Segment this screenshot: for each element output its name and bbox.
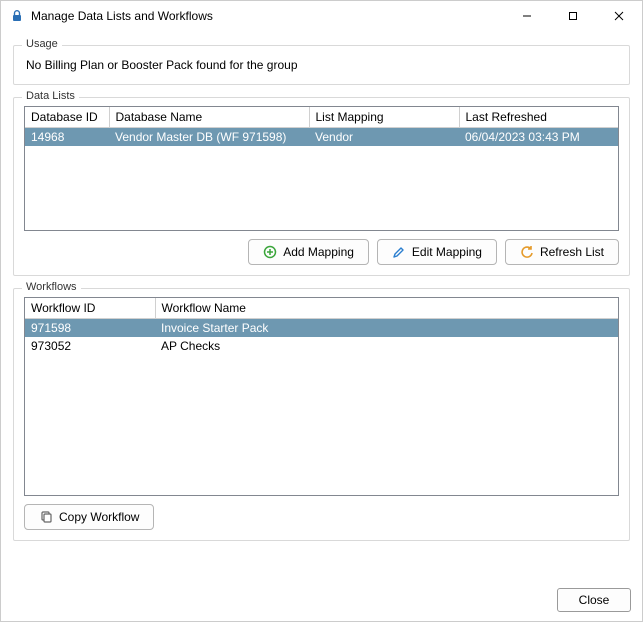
col-list-mapping[interactable]: List Mapping	[309, 107, 459, 128]
maximize-button[interactable]	[550, 1, 596, 31]
cell-database-id: 14968	[25, 128, 109, 147]
copy-workflow-label: Copy Workflow	[59, 510, 139, 524]
workflows-header-row[interactable]: Workflow ID Workflow Name	[25, 298, 618, 319]
add-mapping-label: Add Mapping	[283, 245, 354, 259]
copy-icon	[39, 510, 53, 524]
workflows-table[interactable]: Workflow ID Workflow Name 971598 Invoice…	[24, 297, 619, 496]
lock-icon	[9, 8, 25, 24]
window-title: Manage Data Lists and Workflows	[31, 9, 213, 23]
close-window-button[interactable]	[596, 1, 642, 31]
refresh-list-label: Refresh List	[540, 245, 604, 259]
minimize-button[interactable]	[504, 1, 550, 31]
col-last-refreshed[interactable]: Last Refreshed	[459, 107, 618, 128]
close-button-label: Close	[579, 593, 610, 607]
cell-workflow-id: 973052	[25, 337, 155, 355]
col-database-id[interactable]: Database ID	[25, 107, 109, 128]
cell-workflow-name: AP Checks	[155, 337, 618, 355]
data-lists-table[interactable]: Database ID Database Name List Mapping L…	[24, 106, 619, 231]
table-row[interactable]: 973052 AP Checks	[25, 337, 618, 355]
table-row[interactable]: 14968 Vendor Master DB (WF 971598) Vendo…	[25, 128, 618, 147]
edit-mapping-button[interactable]: Edit Mapping	[377, 239, 497, 265]
copy-workflow-button[interactable]: Copy Workflow	[24, 504, 154, 530]
client-area: Usage No Billing Plan or Booster Pack fo…	[1, 31, 642, 553]
cell-database-name: Vendor Master DB (WF 971598)	[109, 128, 309, 147]
cell-workflow-id: 971598	[25, 319, 155, 338]
data-lists-group: Data Lists Database ID Database Name Lis…	[13, 97, 630, 276]
edit-mapping-label: Edit Mapping	[412, 245, 482, 259]
workflows-legend: Workflows	[22, 281, 81, 293]
table-row[interactable]: 971598 Invoice Starter Pack	[25, 319, 618, 338]
cell-last-refreshed: 06/04/2023 03:43 PM	[459, 128, 618, 147]
cell-workflow-name: Invoice Starter Pack	[155, 319, 618, 338]
plus-circle-icon	[263, 245, 277, 259]
cell-list-mapping: Vendor	[309, 128, 459, 147]
refresh-icon	[520, 245, 534, 259]
refresh-list-button[interactable]: Refresh List	[505, 239, 619, 265]
col-database-name[interactable]: Database Name	[109, 107, 309, 128]
data-lists-legend: Data Lists	[22, 90, 79, 102]
table-empty-area	[25, 146, 618, 230]
table-empty-area	[25, 355, 618, 495]
col-workflow-name[interactable]: Workflow Name	[155, 298, 618, 319]
usage-group: Usage No Billing Plan or Booster Pack fo…	[13, 45, 630, 85]
workflows-buttons: Copy Workflow	[24, 504, 619, 530]
pencil-icon	[392, 245, 406, 259]
usage-text: No Billing Plan or Booster Pack found fo…	[24, 54, 619, 74]
titlebar: Manage Data Lists and Workflows	[1, 1, 642, 31]
close-button[interactable]: Close	[557, 588, 631, 612]
workflows-group: Workflows Workflow ID Workflow Name 9715…	[13, 288, 630, 541]
data-lists-header-row[interactable]: Database ID Database Name List Mapping L…	[25, 107, 618, 128]
col-workflow-id[interactable]: Workflow ID	[25, 298, 155, 319]
usage-legend: Usage	[22, 38, 62, 50]
data-lists-buttons: Add Mapping Edit Mapping Refresh List	[24, 239, 619, 265]
dialog-footer: Close	[0, 580, 643, 622]
add-mapping-button[interactable]: Add Mapping	[248, 239, 369, 265]
